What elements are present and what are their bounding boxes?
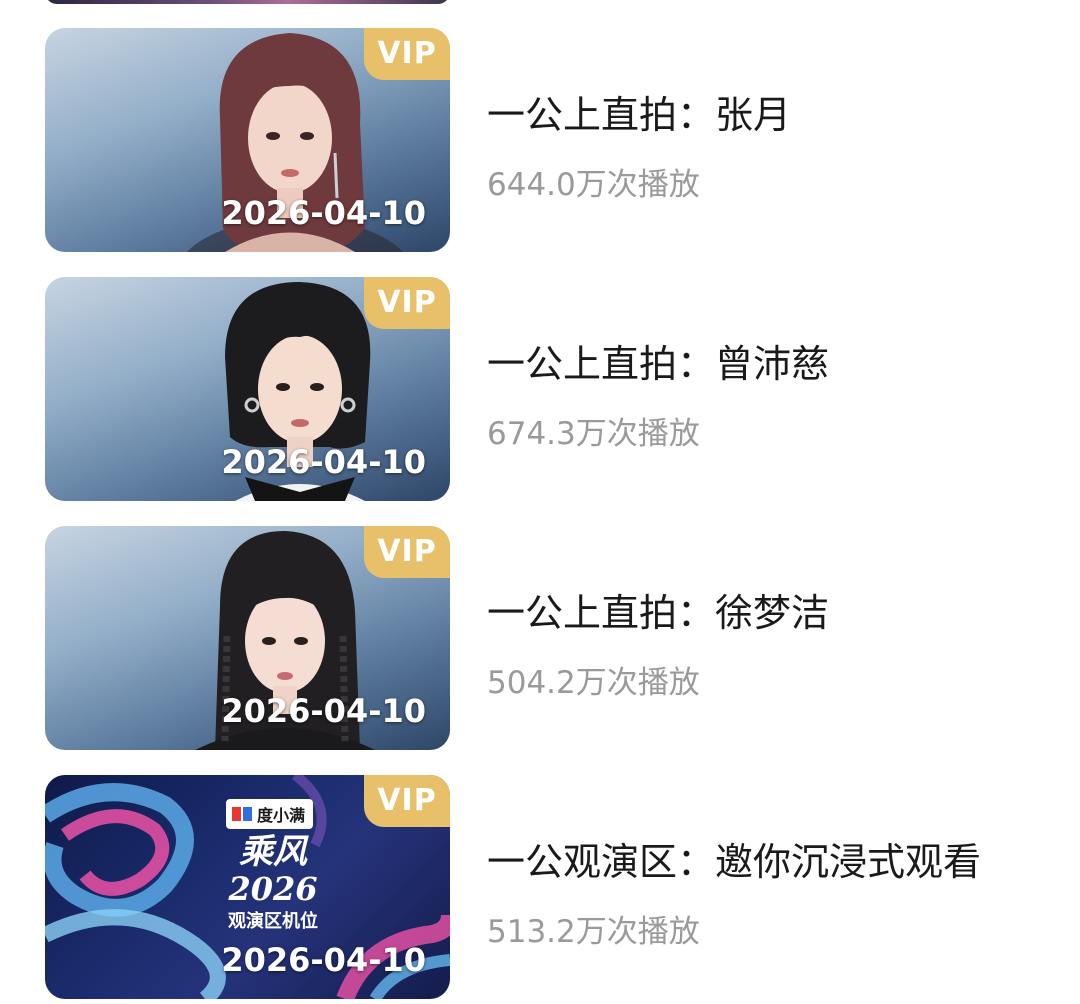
vip-badge: VIP	[364, 28, 450, 80]
video-list-item[interactable]: 度小满 乘风 2026 观演区机位 VIP 2026-04-10 一公观演区：邀…	[0, 775, 1080, 1001]
play-count: 674.3万次播放	[487, 416, 700, 452]
play-count: 513.2万次播放	[487, 914, 700, 950]
video-list-item[interactable]: VIP 2026-04-10 一公上直拍：徐梦洁 504.2万次播放	[0, 526, 1080, 752]
video-list: VIP 2026-04-10 一公上直拍：张月 644.0万次播放 VIP 20…	[0, 0, 1080, 1004]
brand-badge: 度小满	[226, 799, 314, 829]
promo-title-line1: 乘风	[239, 832, 307, 872]
video-date: 2026-04-10	[221, 443, 426, 481]
promo-subtitle: 观演区机位	[228, 911, 318, 932]
video-list-item[interactable]: VIP 2026-04-10 一公上直拍：张月 644.0万次播放	[0, 28, 1080, 254]
vip-badge: VIP	[364, 526, 450, 578]
video-thumbnail[interactable]: VIP 2026-04-10	[45, 28, 450, 252]
video-title[interactable]: 一公上直拍：徐梦洁	[487, 582, 829, 637]
previous-video-thumbnail-edge[interactable]	[45, 0, 450, 4]
video-date: 2026-04-10	[221, 941, 426, 979]
vip-badge: VIP	[364, 277, 450, 329]
video-date: 2026-04-10	[221, 692, 426, 730]
play-count: 504.2万次播放	[487, 665, 700, 701]
vip-badge: VIP	[364, 775, 450, 827]
video-thumbnail[interactable]: VIP 2026-04-10	[45, 526, 450, 750]
video-title[interactable]: 一公上直拍：张月	[487, 84, 791, 139]
video-title[interactable]: 一公上直拍：曾沛慈	[487, 333, 829, 388]
promo-title-line2: 2026	[228, 870, 318, 908]
video-thumbnail[interactable]: VIP 2026-04-10	[45, 277, 450, 501]
promo-title: 乘风 2026	[203, 833, 343, 907]
video-title[interactable]: 一公观演区：邀你沉浸式观看	[487, 831, 981, 886]
brand-name: 度小满	[257, 806, 306, 825]
brand-logo-icon	[232, 807, 252, 821]
video-thumbnail[interactable]: 度小满 乘风 2026 观演区机位 VIP 2026-04-10	[45, 775, 450, 999]
play-count: 644.0万次播放	[487, 167, 700, 203]
video-date: 2026-04-10	[221, 194, 426, 232]
video-list-item[interactable]: VIP 2026-04-10 一公上直拍：曾沛慈 674.3万次播放	[0, 277, 1080, 503]
